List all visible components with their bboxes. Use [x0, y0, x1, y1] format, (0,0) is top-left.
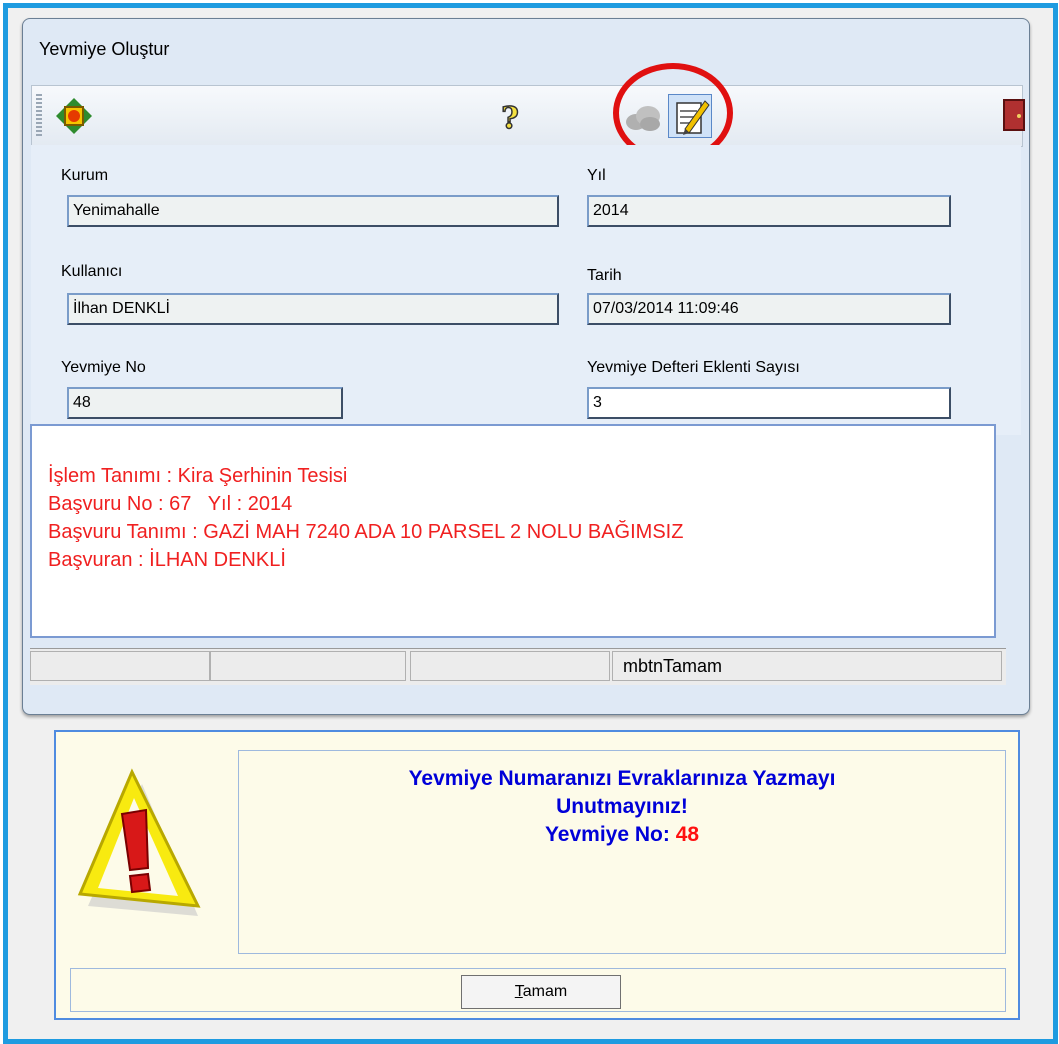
basvuru-no-line: Başvuru No : 67 Yıl : 2014	[48, 493, 293, 515]
status-cell-1	[30, 651, 210, 681]
tamam-label-rest: amam	[522, 983, 568, 1000]
kurum-field[interactable]: Yenimahalle	[67, 195, 559, 227]
ek-sayisi-label: Yevmiye Defteri Eklenti Sayısı	[587, 359, 800, 376]
status-bar: mbtnTamam	[30, 648, 1006, 685]
alert-line-1: Yevmiye Numaranızı Evraklarınıza Yazmayı	[408, 767, 836, 790]
kullanici-label: Kullanıcı	[61, 263, 123, 280]
yevmiye-no-label: Yevmiye No	[61, 359, 146, 376]
kurum-label: Kurum	[61, 167, 109, 184]
alert-line-3: Yevmiye No: 48	[239, 821, 1005, 849]
exit-door-icon[interactable]	[992, 94, 1036, 138]
svg-text:?: ?	[501, 101, 519, 136]
status-cell-3	[410, 651, 610, 681]
yevmiye-no-field[interactable]: 48	[67, 387, 343, 419]
yil-field[interactable]: 2014	[587, 195, 951, 227]
help-icon[interactable]: ?	[488, 94, 532, 138]
islem-info-box: İşlem Tanımı : Kira Şerhinin Tesisi Başv…	[30, 424, 996, 638]
navigate-icon[interactable]	[52, 94, 96, 138]
warning-icon	[70, 764, 234, 924]
yevmiye-no-number: 48	[675, 823, 700, 846]
button-bar: Tamam	[70, 968, 1006, 1012]
basvuru-tanimi-line: Başvuru Tanımı : GAZİ MAH 7240 ADA 10 PA…	[48, 521, 684, 543]
kullanici-field[interactable]: İlhan DENKLİ	[67, 293, 559, 325]
alert-message: Yevmiye Numaranızı Evraklarınıza Yazmayı…	[238, 750, 1006, 954]
islem-tanimi-line: İşlem Tanımı : Kira Şerhinin Tesisi	[48, 465, 348, 487]
basvuran-line: Başvuran : İLHAN DENKLİ	[48, 549, 286, 571]
yevmiye-no-caption: Yevmiye No:	[544, 823, 670, 846]
status-cell-mbtntamam: mbtnTamam	[612, 651, 1002, 681]
tarih-label: Tarih	[587, 267, 622, 284]
toolbar-grip[interactable]	[36, 94, 42, 138]
alert-line-2: Unutmayınız!	[556, 795, 688, 818]
yil-label: Yıl	[587, 167, 606, 184]
status-cell-2	[210, 651, 406, 681]
ek-sayisi-field[interactable]: 3	[587, 387, 951, 419]
tamam-accelerator: T	[514, 983, 523, 1000]
tarih-field[interactable]: 07/03/2014 11:09:46	[587, 293, 951, 325]
window-title: Yevmiye Oluştur	[39, 39, 170, 59]
alert-box: Yevmiye Numaranızı Evraklarınıza Yazmayı…	[54, 730, 1020, 1020]
toolbar: ?	[31, 85, 1025, 147]
tamam-button[interactable]: Tamam	[461, 975, 621, 1009]
form-panel: Kurum Yenimahalle Yıl 2014 Kullanıcı İlh…	[31, 145, 1021, 435]
